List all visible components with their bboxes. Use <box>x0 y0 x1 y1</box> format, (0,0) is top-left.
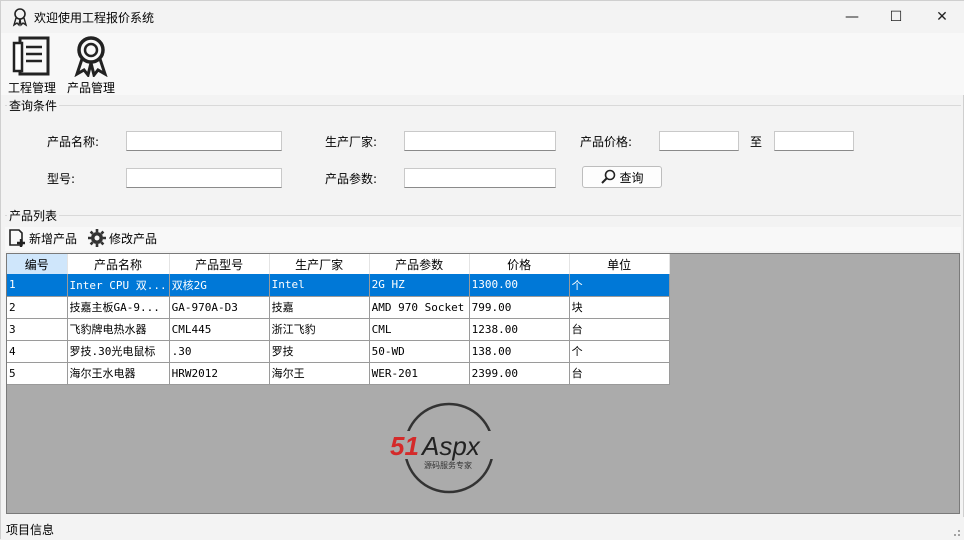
table-cell: 个 <box>569 274 670 297</box>
table-body: 1 Inter CPU 双... 双核2G Intel 2G HZ 1300.00 个 2 技嘉… <box>7 274 670 385</box>
add-product-button[interactable]: 新增产品 <box>7 227 77 249</box>
table-cell: 个 <box>569 340 670 363</box>
table-cell: 799.00 <box>469 296 570 319</box>
column-header[interactable]: 生产厂家 <box>269 254 370 274</box>
table-cell: 块 <box>569 296 670 319</box>
table-row[interactable]: 4 罗技.30光电鼠标 .30 罗技 50-WD 138.00 个 <box>7 340 670 363</box>
maximize-button[interactable]: ☐ <box>873 1 919 33</box>
table-cell: 台 <box>569 362 670 385</box>
table-cell: Inter CPU 双... <box>67 274 170 297</box>
table-cell: 浙江飞豹 <box>269 318 370 341</box>
table-cell: 50-WD <box>369 340 470 363</box>
model-label: 型号: <box>47 172 76 186</box>
table-cell: WER-201 <box>369 362 470 385</box>
price-from-input[interactable] <box>659 131 739 151</box>
table-cell: 台 <box>569 318 670 341</box>
table-cell: 海尔王水电器 <box>67 362 170 385</box>
table-cell: 3 <box>7 318 68 341</box>
table-cell: CML445 <box>169 318 270 341</box>
table-cell: 138.00 <box>469 340 570 363</box>
table-cell: 技嘉主板GA-9... <box>67 296 170 319</box>
status-bar: 项目信息 <box>1 517 964 540</box>
table-cell: 2 <box>7 296 68 319</box>
column-header[interactable]: 产品名称 <box>67 254 170 274</box>
product-management-label: 产品管理 <box>66 81 115 95</box>
table-cell: 1300.00 <box>469 274 570 297</box>
product-table: 编号 产品名称 产品型号 生产厂家 产品参数 价格 单位 1 Inter CPU 双... 双核… <box>7 254 670 385</box>
table-cell: 罗技 <box>269 340 370 363</box>
watermark-logo: 51 Aspx 源码服务专家 <box>386 402 512 494</box>
price-to-label: 至 <box>750 135 763 149</box>
product-list-toolbar: 新增产品 修改产品 <box>5 227 961 251</box>
project-management-label: 工程管理 <box>7 81 56 95</box>
product-management-button[interactable]: 产品管理 <box>64 35 118 95</box>
column-header[interactable]: 编号 <box>7 254 68 274</box>
award-icon <box>74 36 108 77</box>
project-management-button[interactable]: 工程管理 <box>5 35 59 95</box>
table-cell: 5 <box>7 362 68 385</box>
window-title: 欢迎使用工程报价系统 <box>34 11 155 25</box>
table-cell: AMD 970 Socket <box>369 296 470 319</box>
table-cell: 4 <box>7 340 68 363</box>
search-icon <box>601 169 616 184</box>
title-bar[interactable]: 欢迎使用工程报价系统 — ☐ ✕ <box>1 1 964 33</box>
table-cell: 技嘉 <box>269 296 370 319</box>
column-header[interactable]: 单位 <box>569 254 670 274</box>
document-icon <box>12 36 50 76</box>
price-label: 产品价格: <box>580 135 633 149</box>
table-row[interactable]: 1 Inter CPU 双... 双核2G Intel 2G HZ 1300.00 个 <box>7 274 670 297</box>
table-cell: 1238.00 <box>469 318 570 341</box>
manufacturer-label: 生产厂家: <box>325 135 378 149</box>
table-cell: CML <box>369 318 470 341</box>
table-cell: HRW2012 <box>169 362 270 385</box>
column-header[interactable]: 产品参数 <box>369 254 470 274</box>
award-icon <box>12 8 28 27</box>
table-cell: GA-970A-D3 <box>169 296 270 319</box>
column-header[interactable]: 价格 <box>469 254 570 274</box>
price-to-input[interactable] <box>774 131 854 151</box>
logo-tagline: 源码服务专家 <box>424 460 472 470</box>
add-product-label: 新增产品 <box>29 231 78 246</box>
new-document-icon <box>9 229 25 247</box>
parameter-label: 产品参数: <box>325 172 378 186</box>
main-toolbar: 工程管理 产品管理 <box>1 33 964 95</box>
table-cell: 2399.00 <box>469 362 570 385</box>
list-group-border <box>5 215 961 216</box>
table-cell: 双核2G <box>169 274 270 297</box>
minimize-button[interactable]: — <box>829 1 875 33</box>
table-row[interactable]: 5 海尔王水电器 HRW2012 海尔王 WER-201 2399.00 台 <box>7 362 670 385</box>
table-row[interactable]: 2 技嘉主板GA-9... GA-970A-D3 技嘉 AMD 970 Socket 79… <box>7 296 670 319</box>
table-cell: 海尔王 <box>269 362 370 385</box>
close-button[interactable]: ✕ <box>919 1 964 33</box>
app-window: 欢迎使用工程报价系统 — ☐ ✕ 工程管理 产品管理 查询条件 产品名称: 生产… <box>0 0 964 540</box>
product-name-label: 产品名称: <box>47 135 100 149</box>
query-group-title: 查询条件 <box>7 97 60 114</box>
logo-brand-aspx: Aspx <box>420 431 481 461</box>
table-cell: 罗技.30光电鼠标 <box>67 340 170 363</box>
gear-icon <box>88 229 106 247</box>
query-group-border <box>5 105 961 106</box>
logo-brand-51: 51 <box>390 431 419 461</box>
search-button-label: 查询 <box>619 170 644 185</box>
list-group-title: 产品列表 <box>7 207 60 224</box>
table-cell: Intel <box>269 274 370 297</box>
product-name-input[interactable] <box>126 131 282 151</box>
parameter-input[interactable] <box>404 168 556 188</box>
table-header-row: 编号 产品名称 产品型号 生产厂家 产品参数 价格 单位 <box>7 254 670 274</box>
table-cell: 飞豹牌电热水器 <box>67 318 170 341</box>
column-header[interactable]: 产品型号 <box>169 254 270 274</box>
search-button[interactable]: 查询 <box>582 166 662 188</box>
table-row[interactable]: 3 飞豹牌电热水器 CML445 浙江飞豹 CML 1238.00 台 <box>7 318 670 341</box>
status-text: 项目信息 <box>6 523 55 537</box>
edit-product-label: 修改产品 <box>109 231 158 246</box>
table-cell: .30 <box>169 340 270 363</box>
resize-grip-icon[interactable] <box>951 527 961 537</box>
table-cell: 2G HZ <box>369 274 470 297</box>
manufacturer-input[interactable] <box>404 131 556 151</box>
edit-product-button[interactable]: 修改产品 <box>87 227 157 249</box>
table-cell: 1 <box>7 274 68 297</box>
model-input[interactable] <box>126 168 282 188</box>
